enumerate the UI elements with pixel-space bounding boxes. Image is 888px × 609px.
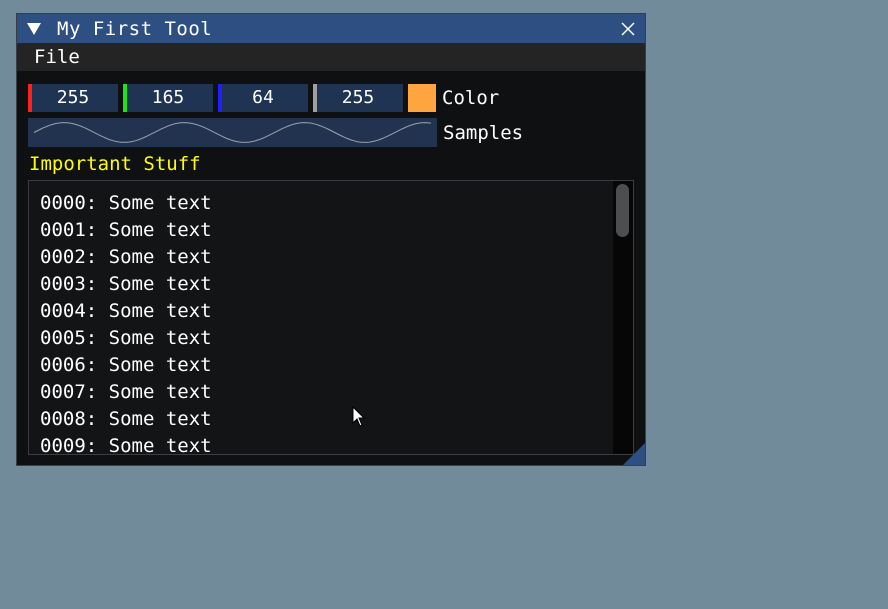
- color-alpha-input[interactable]: 255: [313, 83, 403, 112]
- list-item: 0008: Some text: [40, 408, 212, 430]
- color-blue-input[interactable]: 64: [218, 83, 308, 112]
- samples-line: [33, 122, 432, 143]
- green-channel-indicator: [123, 83, 127, 112]
- color-label: Color: [442, 86, 500, 109]
- collapse-arrow-icon[interactable]: [27, 22, 41, 35]
- list-item: 0006: Some text: [40, 354, 212, 376]
- mouse-pointer-icon: [352, 406, 366, 427]
- blue-channel-indicator: [218, 83, 222, 112]
- samples-row: Samples: [28, 118, 523, 147]
- resize-grip-icon[interactable]: [623, 443, 645, 465]
- alpha-channel-indicator: [313, 83, 317, 112]
- color-green-value: 165: [151, 87, 185, 108]
- window-titlebar[interactable]: My First Tool: [17, 14, 645, 43]
- menu-file[interactable]: File: [34, 46, 80, 68]
- text-list: 0000: Some text 0001: Some text 0002: So…: [40, 191, 212, 455]
- menu-bar: File: [17, 43, 645, 71]
- list-item: 0003: Some text: [40, 273, 212, 295]
- list-item: 0004: Some text: [40, 300, 212, 322]
- color-green-input[interactable]: 165: [123, 83, 213, 112]
- list-item: 0000: Some text: [40, 192, 212, 214]
- samples-label: Samples: [443, 121, 524, 144]
- desktop-background: My First Tool File 255 165 64 255 Color …: [0, 0, 888, 609]
- color-red-value: 255: [56, 87, 90, 108]
- list-item: 0009: Some text: [40, 435, 212, 455]
- vertical-scrollbar[interactable]: [613, 181, 633, 454]
- color-editor: 255 165 64 255 Color: [28, 83, 499, 112]
- color-blue-value: 64: [252, 87, 274, 108]
- list-item: 0001: Some text: [40, 219, 212, 241]
- list-item: 0007: Some text: [40, 381, 212, 403]
- window-title: My First Tool: [57, 17, 213, 40]
- scrollbar-thumb[interactable]: [616, 184, 629, 237]
- section-title: Important Stuff: [29, 153, 201, 175]
- list-item: 0002: Some text: [40, 246, 212, 268]
- color-alpha-value: 255: [341, 87, 375, 108]
- tool-window[interactable]: My First Tool File 255 165 64 255 Color …: [16, 13, 646, 466]
- samples-plot[interactable]: [28, 118, 437, 147]
- red-channel-indicator: [28, 83, 32, 112]
- close-icon[interactable]: [620, 21, 636, 37]
- scrolling-region[interactable]: 0000: Some text 0001: Some text 0002: So…: [28, 180, 634, 455]
- color-red-input[interactable]: 255: [28, 83, 118, 112]
- color-swatch-button[interactable]: [408, 83, 436, 112]
- list-item: 0005: Some text: [40, 327, 212, 349]
